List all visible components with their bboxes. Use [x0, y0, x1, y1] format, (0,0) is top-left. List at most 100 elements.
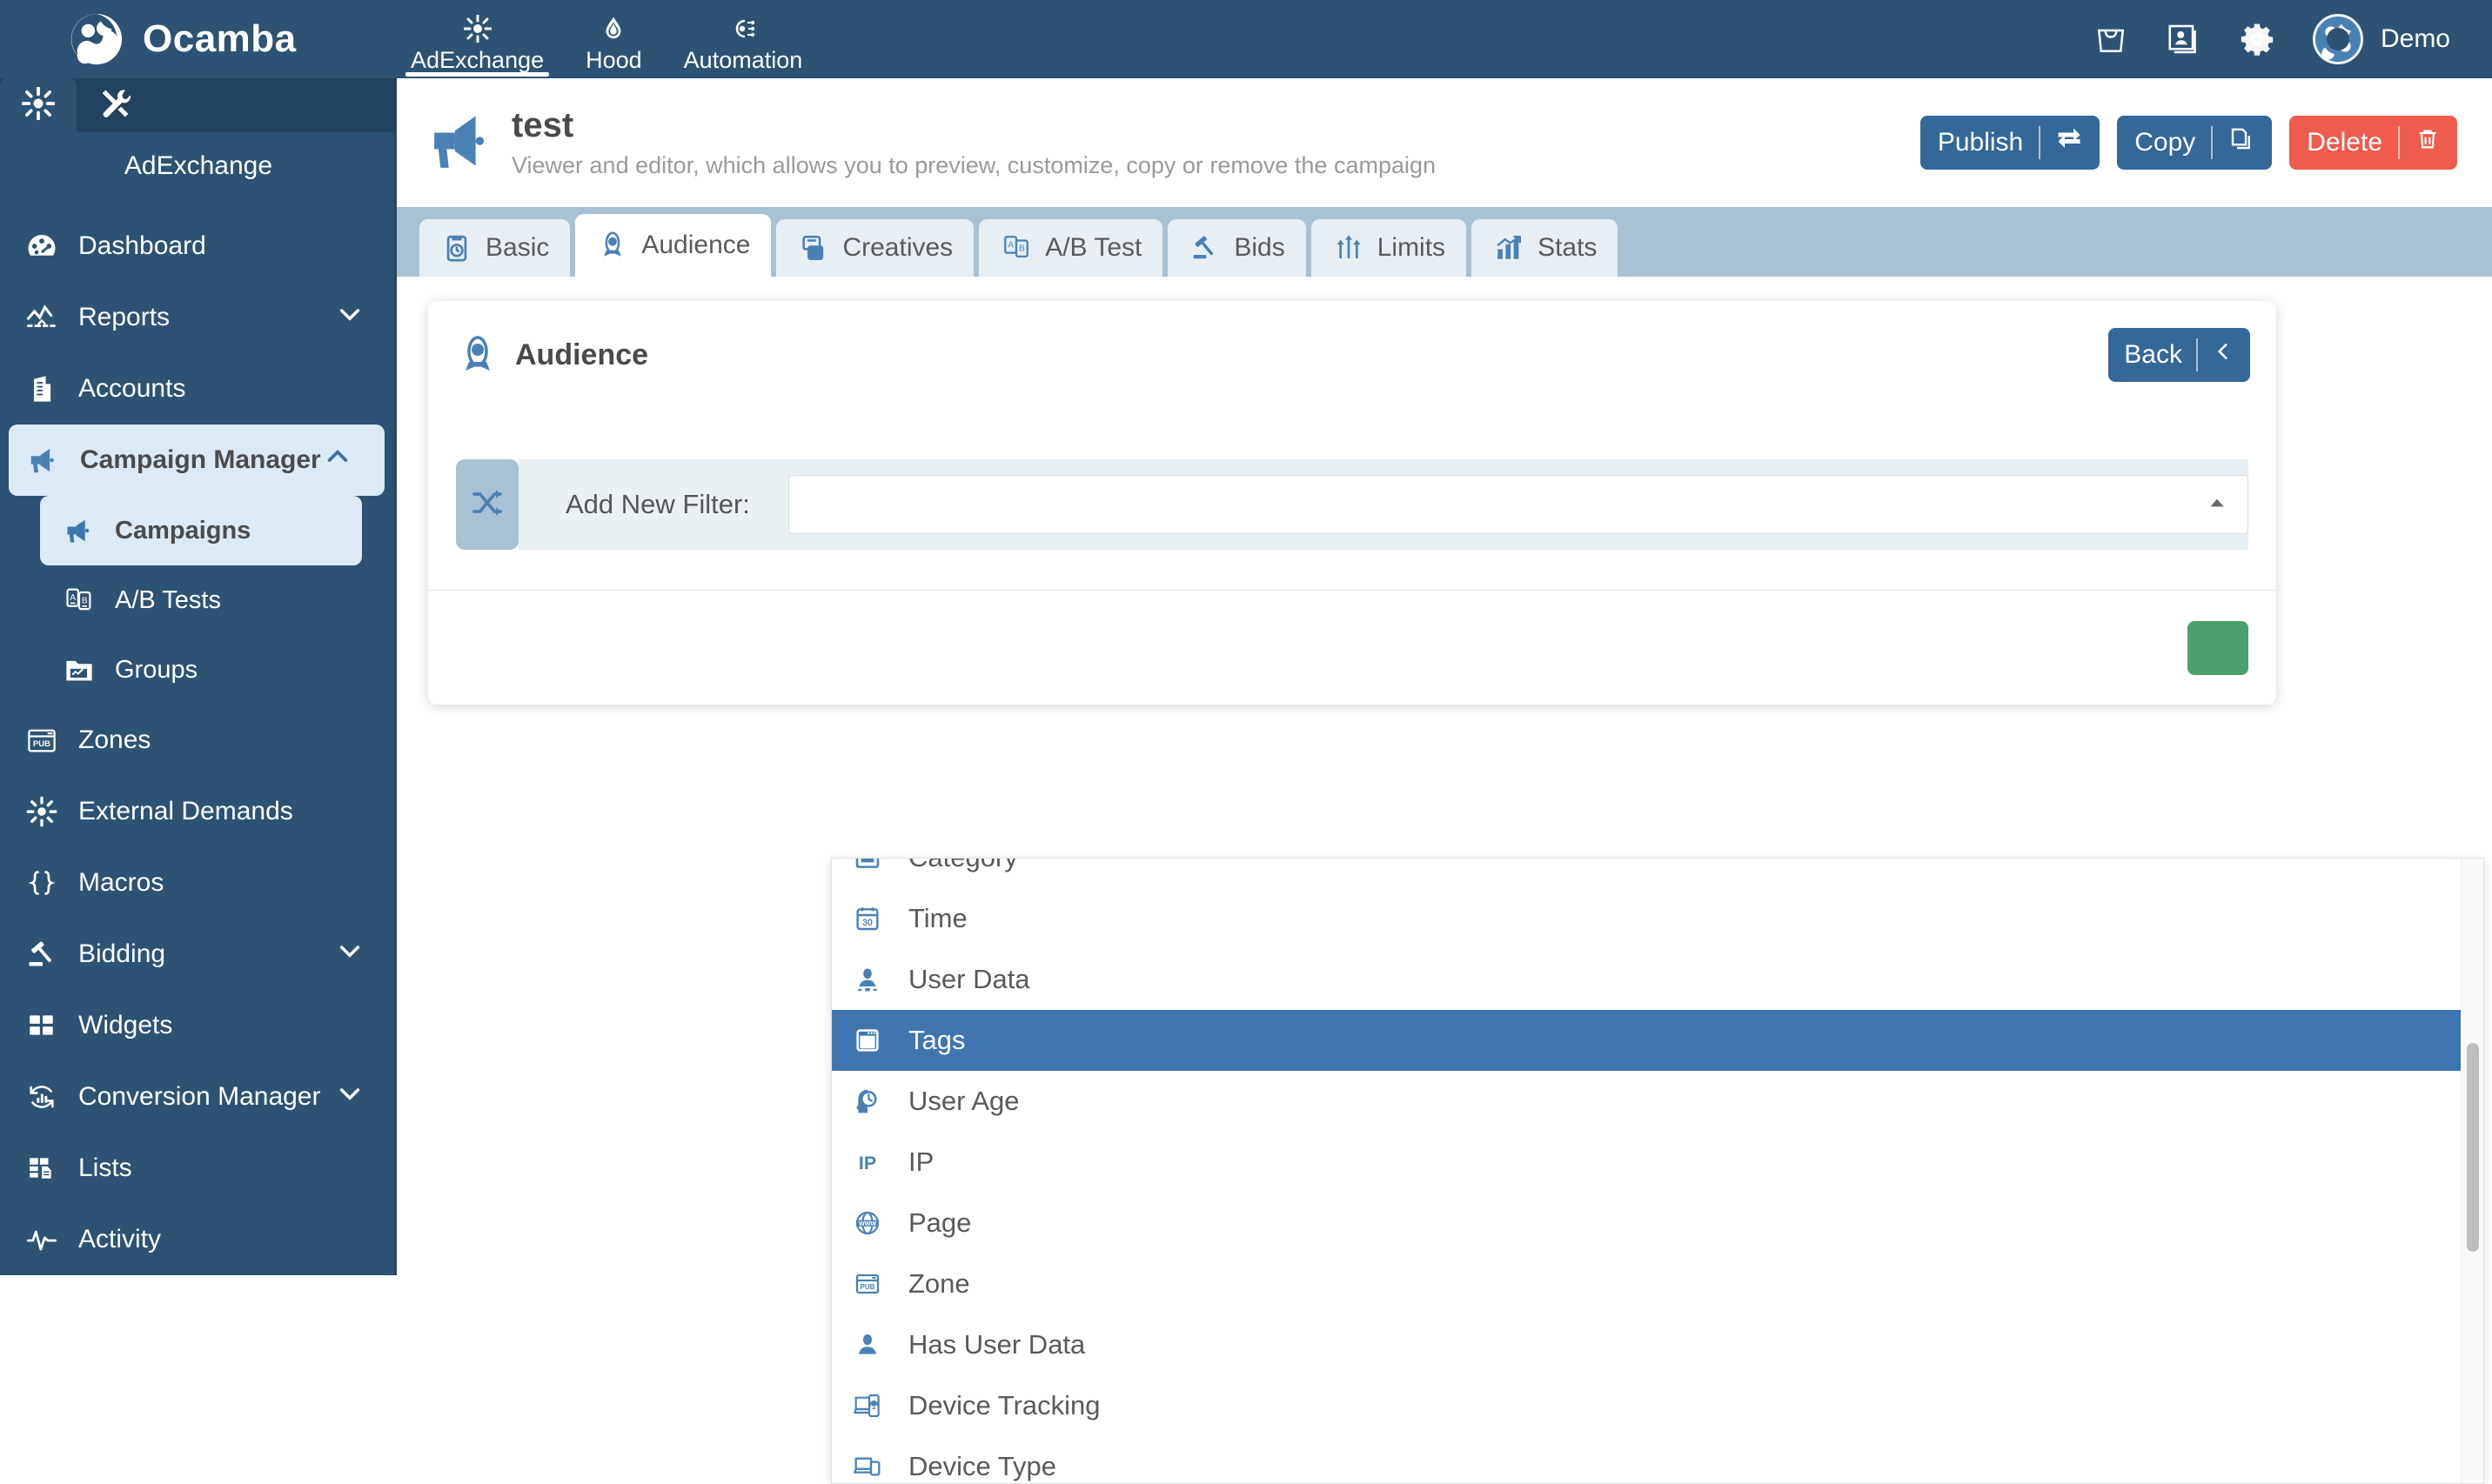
ocamba-logo-icon — [70, 12, 124, 66]
dropdown-option-label: Time — [908, 903, 968, 933]
sidebar-item-bidding[interactable]: Bidding — [0, 919, 397, 990]
chevron-down-icon — [336, 1080, 364, 1114]
accounts-building-icon — [19, 373, 64, 404]
shuffle-icon-box — [456, 459, 519, 550]
limits-arrows-icon — [1332, 234, 1365, 262]
exchange-burst-icon — [463, 14, 492, 43]
dropdown-option-tags[interactable]: Tags — [832, 1010, 2483, 1071]
copy-button-label: Copy — [2134, 128, 2196, 157]
dropdown-option-label: Device Tracking — [908, 1390, 1101, 1420]
app-tab-adexchange[interactable]: AdExchange — [392, 0, 563, 78]
campaign-tabs: Basic Audience Creatives A B A/B Test Bi… — [397, 207, 2492, 277]
sidebar-item-conversion-manager[interactable]: Conversion Manager — [0, 1061, 397, 1133]
pub-zone-icon: PUB — [849, 1270, 886, 1298]
sidebar-item-zones[interactable]: PUB Zones — [0, 705, 397, 776]
sidebar-item-campaigns[interactable]: Campaigns — [40, 496, 362, 565]
back-button[interactable]: Back — [2108, 328, 2250, 382]
dropdown-option-page[interactable]: WWW Page — [832, 1193, 2483, 1253]
sidebar-item-external-demands[interactable]: External Demands — [0, 776, 397, 847]
pub-zone-icon: PUB — [19, 725, 64, 756]
megaphone-icon — [57, 515, 101, 546]
page-header: test Viewer and editor, which allows you… — [397, 78, 2492, 207]
sidebar-item-campaign-manager[interactable]: Campaign Manager — [9, 424, 385, 496]
add-filter-label: Add New Filter: — [566, 489, 750, 519]
contacts-card-icon[interactable] — [2167, 22, 2201, 57]
sidebar-item-reports[interactable]: Reports — [0, 282, 397, 353]
publish-button[interactable]: Publish — [1919, 116, 2100, 170]
audience-card: Audience Back Add New Filter: — [428, 301, 2276, 705]
sidebar-item-macros[interactable]: Macros — [0, 847, 397, 919]
sidebar-item-dashboard[interactable]: Dashboard — [0, 211, 397, 282]
dropdown-option-label: User Age — [908, 1086, 1020, 1116]
tab-basic[interactable]: Basic — [419, 219, 571, 277]
dropdown-option-time[interactable]: 30 Time — [832, 888, 2483, 949]
ip-text-icon: IP — [849, 1148, 886, 1176]
svg-text:WWW: WWW — [859, 1220, 877, 1227]
svg-text:IP: IP — [859, 1153, 876, 1173]
device-type-icon — [849, 1453, 886, 1481]
dropdown-option-has-user-data[interactable]: Has User Data — [832, 1314, 2483, 1375]
megaphone-icon — [21, 444, 66, 477]
top-navigation-bar: Ocamba AdExchange Hood Automation Demo — [0, 0, 2492, 78]
tab-creatives[interactable]: Creatives — [776, 219, 975, 277]
app-tab-label: Hood — [586, 47, 642, 73]
tab-stats[interactable]: Stats — [1471, 219, 1618, 277]
sidebar-item-widgets[interactable]: Widgets — [0, 990, 397, 1061]
tools-wrench-icon — [98, 87, 131, 124]
page-title: test — [512, 106, 574, 144]
dropdown-scrollbar-track[interactable] — [2461, 859, 2483, 1483]
tab-audience[interactable]: Audience — [575, 214, 772, 277]
tab-label: Audience — [641, 231, 751, 259]
sidebar-item-label: Reports — [78, 303, 171, 331]
shuffle-icon — [470, 485, 505, 525]
sidebar-item-groups[interactable]: Groups — [40, 635, 362, 705]
svg-text:B: B — [82, 596, 88, 605]
filter-type-select[interactable] — [787, 475, 2248, 534]
tab-label: Limits — [1377, 233, 1446, 262]
brand[interactable]: Ocamba — [0, 12, 392, 66]
sidebar-module-tabs — [0, 78, 397, 132]
page-header-actions: Publish Copy Delete — [1919, 116, 2457, 170]
www-globe-icon: WWW — [849, 1209, 886, 1237]
sidebar-item-ab-tests[interactable]: A B A/B Tests — [40, 565, 362, 635]
copy-button[interactable]: Copy — [2117, 116, 2273, 170]
save-button[interactable] — [2187, 620, 2248, 675]
sidebar-item-lists[interactable]: Lists — [0, 1133, 397, 1204]
dropdown-option-ip[interactable]: IP IP — [832, 1132, 2483, 1193]
dropdown-option-zone[interactable]: PUB Zone — [832, 1253, 2483, 1314]
dropdown-scrollbar-thumb[interactable] — [2467, 1043, 2479, 1252]
tab-bids[interactable]: Bids — [1168, 219, 1306, 277]
tab-limits[interactable]: Limits — [1310, 219, 1467, 277]
shopping-bag-icon[interactable] — [2093, 22, 2128, 57]
dropdown-option-category[interactable]: Category — [832, 859, 2483, 888]
tab-ab-test[interactable]: A B A/B Test — [979, 219, 1163, 277]
basic-clipboard-icon — [440, 233, 473, 263]
stats-chart-icon — [1492, 233, 1525, 263]
sidebar-item-label: Lists — [78, 1153, 132, 1182]
dropdown-option-user-data[interactable]: User Data — [832, 949, 2483, 1010]
sidebar-item-activity[interactable]: Activity — [0, 1204, 397, 1275]
copy-pages-icon — [2228, 126, 2254, 159]
exchange-burst-icon — [21, 85, 56, 124]
app-tab-hood[interactable]: Hood — [566, 0, 661, 78]
ab-test-icon: A B — [57, 585, 101, 616]
publish-arrows-icon — [2056, 126, 2082, 159]
delete-button[interactable]: Delete — [2289, 116, 2457, 170]
sidebar-tab-adexchange[interactable] — [0, 78, 77, 132]
dropdown-option-device-tracking[interactable]: Device Tracking — [832, 1375, 2483, 1436]
main-content: test Viewer and editor, which allows you… — [397, 78, 2492, 1484]
activity-pulse-icon — [19, 1224, 64, 1255]
device-tracking-icon — [849, 1392, 886, 1420]
filter-type-dropdown[interactable]: Category 30 Time — [831, 858, 2484, 1484]
dropdown-option-device-type[interactable]: Device Type — [832, 1436, 2483, 1483]
caret-up-icon — [2206, 491, 2228, 518]
dropdown-option-user-age[interactable]: User Age — [832, 1071, 2483, 1132]
app-tab-label: Automation — [683, 47, 803, 73]
app-tab-automation[interactable]: Automation — [665, 0, 822, 78]
user-menu[interactable]: Demo — [2312, 14, 2450, 64]
sidebar-item-accounts[interactable]: Accounts — [0, 353, 397, 424]
user-name: Demo — [2380, 24, 2450, 53]
sidebar-tab-tools[interactable] — [77, 78, 153, 132]
gear-icon[interactable] — [2240, 22, 2274, 57]
reports-chart-icon — [19, 301, 64, 334]
